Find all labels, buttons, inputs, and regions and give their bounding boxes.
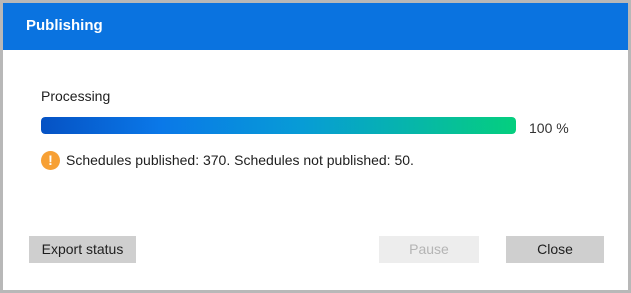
publishing-dialog: Publishing Processing 100 % ! Schedules … (3, 3, 628, 290)
dialog-title: Publishing (26, 17, 103, 34)
warning-icon: ! (41, 150, 60, 170)
status-message-row: ! Schedules published: 370. Schedules no… (41, 150, 414, 170)
status-message: Schedules published: 370. Schedules not … (66, 152, 414, 168)
export-status-button[interactable]: Export status (29, 236, 136, 263)
pause-button[interactable]: Pause (379, 236, 479, 263)
progress-bar (41, 117, 516, 134)
dialog-title-bar: Publishing (3, 3, 628, 50)
progress-percent: 100 % (529, 120, 569, 136)
close-button[interactable]: Close (506, 236, 604, 263)
progress-bar-fill (41, 117, 516, 134)
dialog-body: Processing 100 % ! Schedules published: … (3, 50, 628, 290)
processing-label: Processing (41, 88, 111, 104)
